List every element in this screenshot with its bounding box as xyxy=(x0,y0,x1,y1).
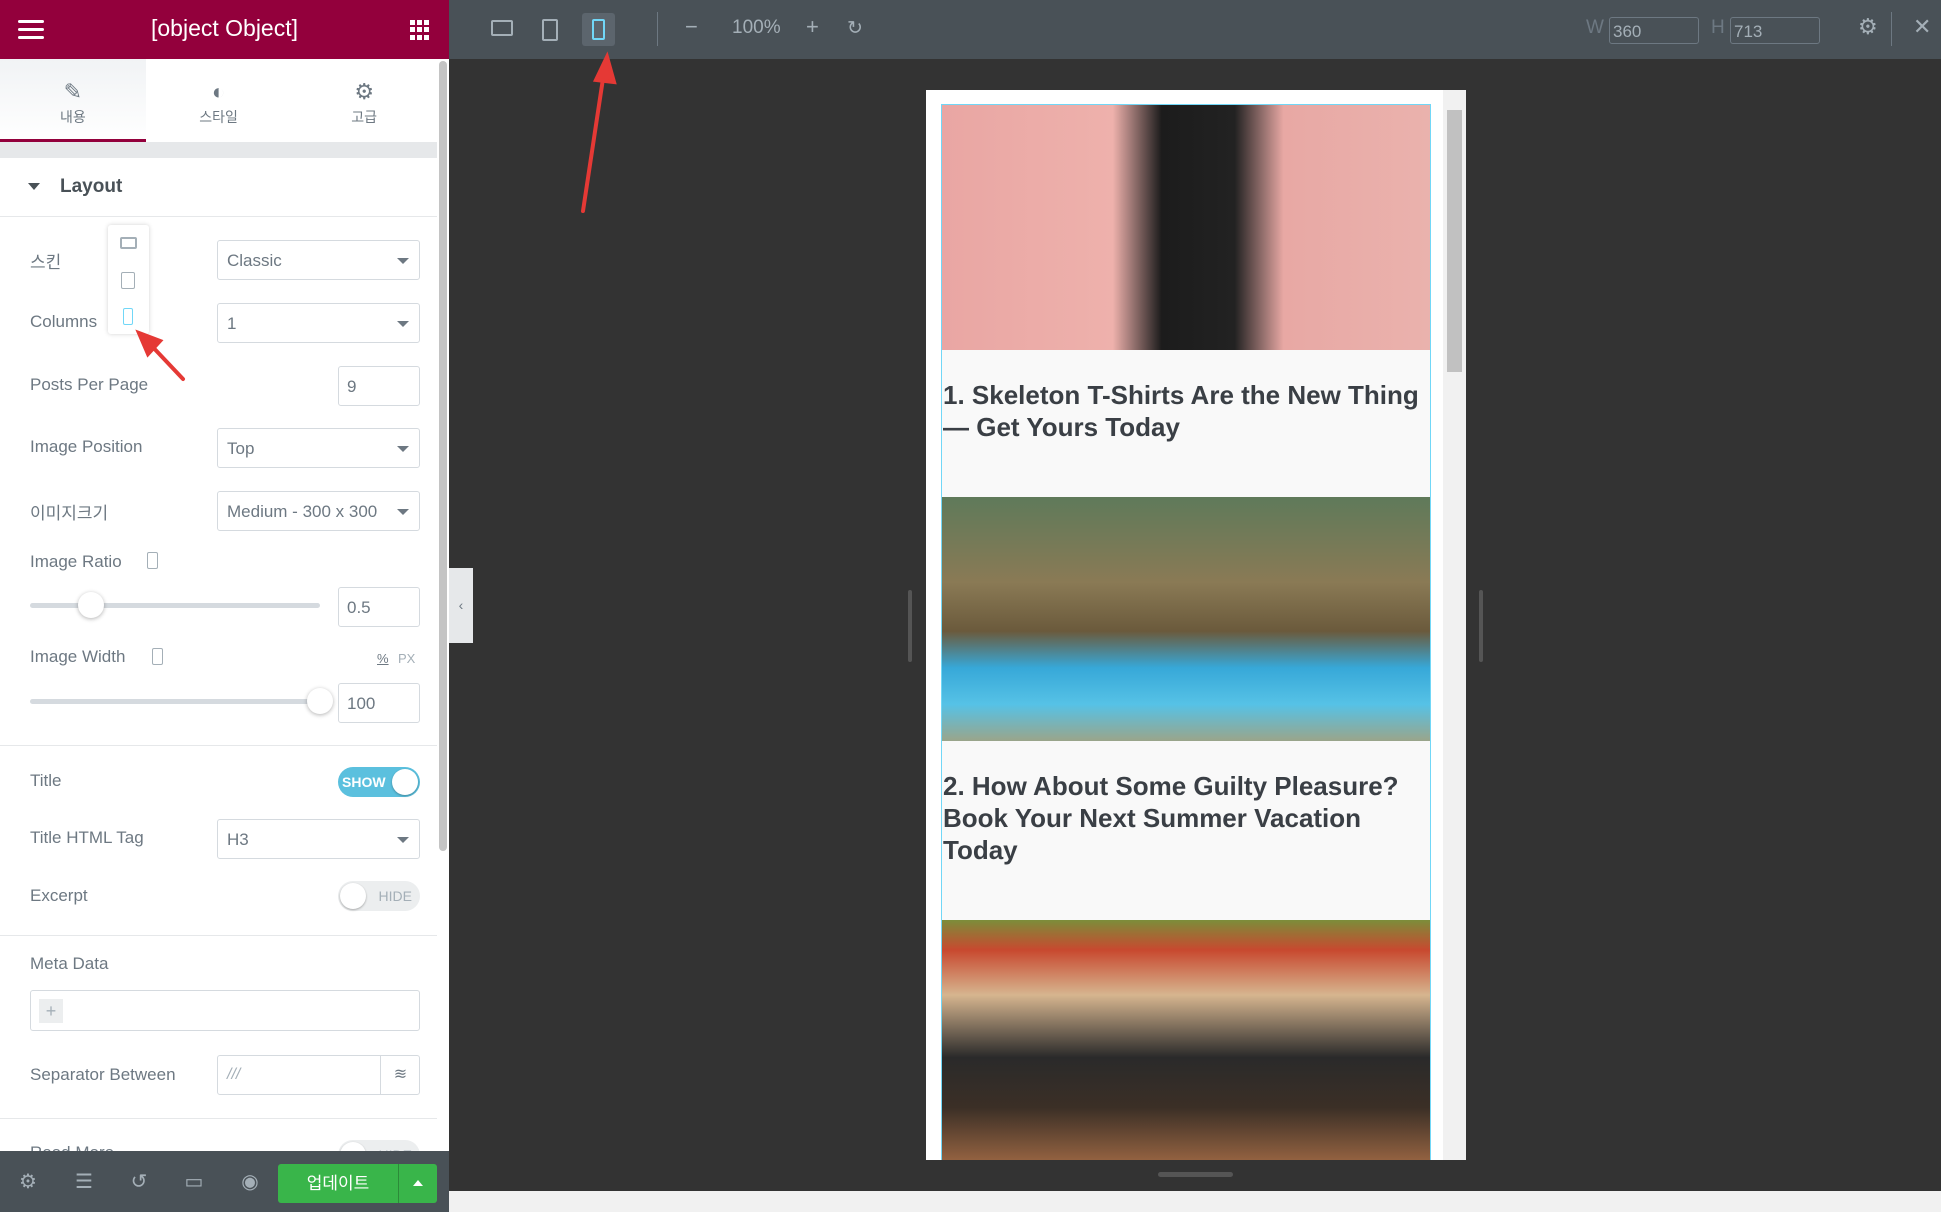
annotation-arrow xyxy=(581,70,606,213)
annotation-arrows xyxy=(135,51,617,381)
annotation-arrow-head xyxy=(592,51,617,85)
